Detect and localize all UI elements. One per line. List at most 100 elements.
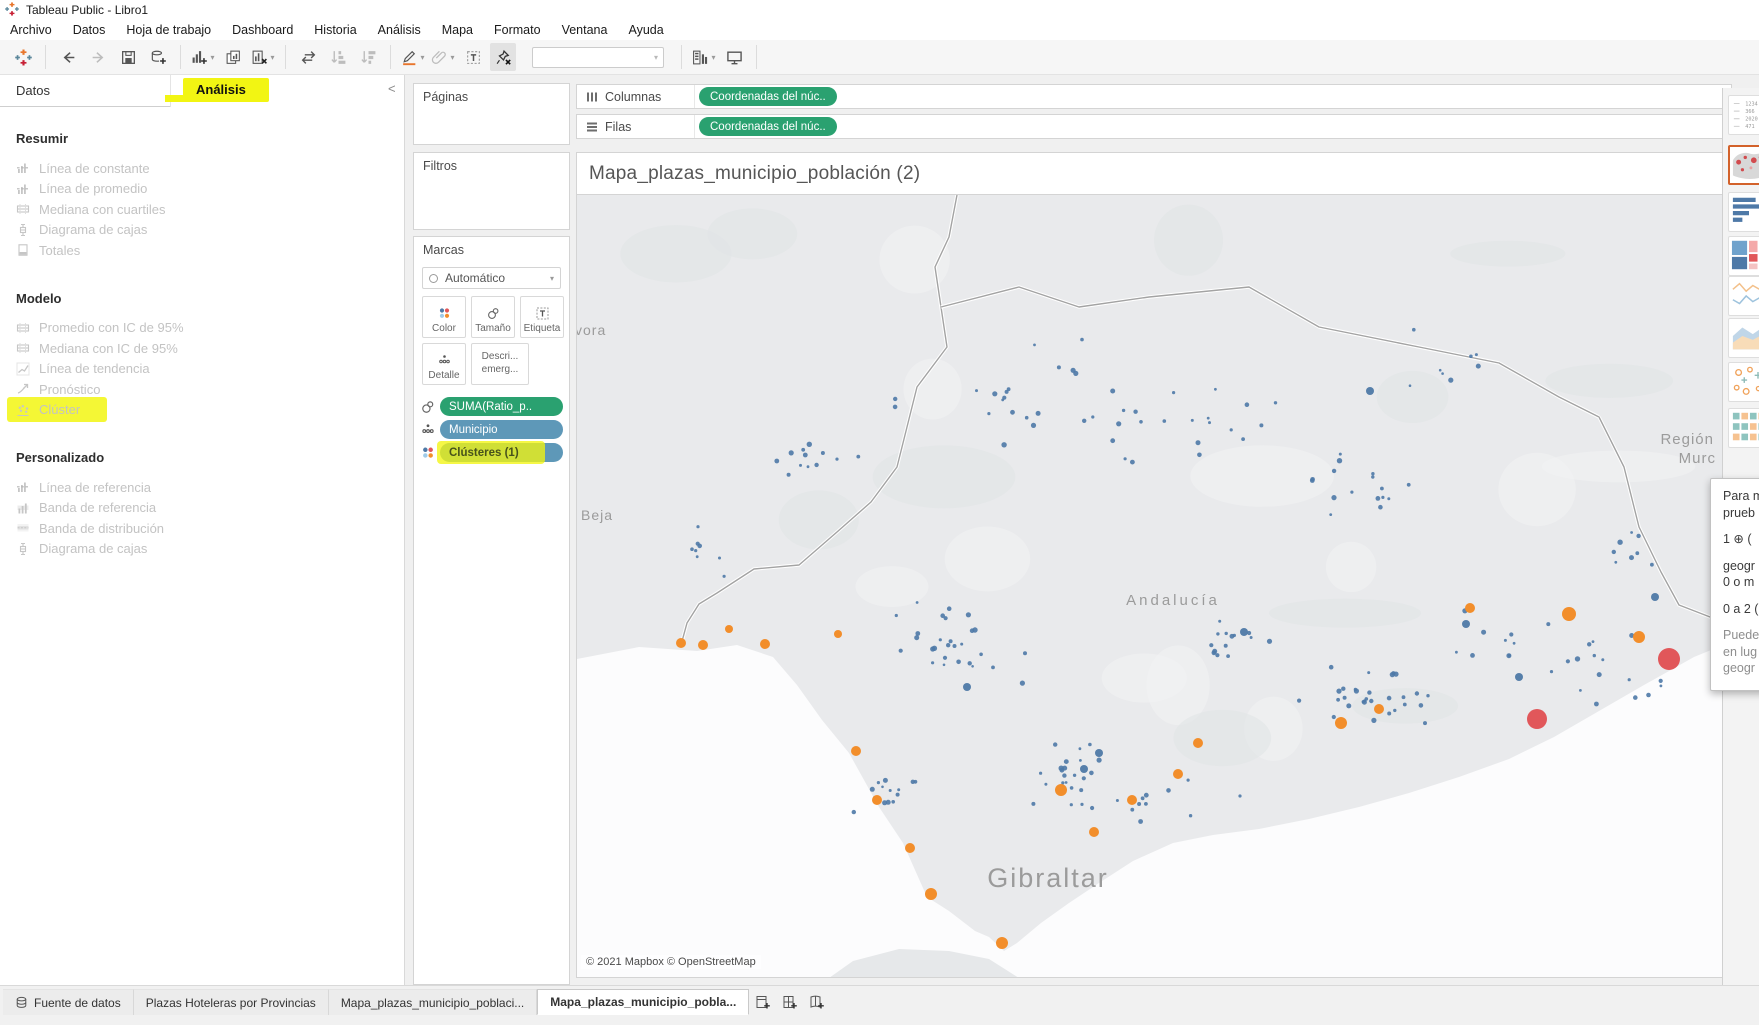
red-cluster-point — [1527, 709, 1547, 729]
duplicate-sheet-button[interactable] — [220, 43, 246, 71]
tab-datos[interactable]: Datos — [16, 83, 50, 98]
new-worksheet-tab-button[interactable] — [749, 989, 776, 1015]
marks-buttons: ColorTamañoEtiqueta DetalleDescri...emerg… — [422, 296, 569, 385]
tooltip-line: 1 ⊕ ( — [1723, 531, 1759, 548]
toolbar-separator — [180, 45, 181, 69]
descri-button[interactable]: Descri...emerg... — [471, 343, 529, 385]
swap-rows-columns-button[interactable] — [295, 43, 321, 71]
svg-text:2020: 2020 — [1745, 117, 1758, 123]
analysis-item-l-nea-de-tendencia[interactable]: Línea de tendencia — [16, 359, 404, 380]
new-story-tab-button[interactable] — [803, 989, 830, 1015]
add-data-button[interactable] — [145, 43, 171, 71]
analysis-item-diagrama-de-cajas[interactable]: Diagrama de cajas — [16, 539, 404, 560]
map-view[interactable]: voraBejaAndalucíaRegiónMurcGibraltar © 2… — [576, 195, 1732, 978]
line-chart-thumb[interactable] — [1728, 276, 1759, 316]
presentation-mode-button[interactable] — [721, 43, 747, 71]
save-button[interactable] — [115, 43, 141, 71]
datasource-icon — [15, 996, 28, 1009]
color-icon — [437, 306, 452, 321]
analysis-item-banda-de-referencia[interactable]: Banda de referencia — [16, 498, 404, 519]
highlight-button[interactable]: ▾ — [400, 43, 426, 71]
refband-icon — [16, 501, 30, 515]
analysis-item-l-nea-de-constante[interactable]: Línea de constante — [16, 158, 404, 179]
redo-button[interactable] — [85, 43, 111, 71]
tamaño-button[interactable]: Tamaño — [471, 296, 515, 338]
analysis-item-mediana-con-ic-de-95-[interactable]: Mediana con IC de 95% — [16, 338, 404, 359]
new-worksheet-button[interactable]: ▾ — [190, 43, 216, 71]
sheet-tab-3[interactable]: Mapa_plazas_municipio_poblaci... — [329, 989, 537, 1015]
sheet-tab-1[interactable]: Fuente de datos — [3, 989, 134, 1015]
etiqueta-button[interactable]: Etiqueta — [520, 296, 564, 338]
toolbar-separator — [45, 45, 46, 69]
sheet-tab-4[interactable]: Mapa_plazas_municipio_pobla... — [537, 989, 749, 1015]
tableau-logo[interactable] — [10, 43, 36, 71]
show-me-toggle-button[interactable]: ▾ — [691, 43, 717, 71]
mark-type-dropdown[interactable]: Automático ▾ — [422, 267, 561, 289]
menu-mapa[interactable]: Mapa — [442, 23, 473, 37]
bars-line-icon — [16, 480, 30, 494]
filters-card[interactable]: Filtros — [413, 152, 570, 230]
analysis-item-totales[interactable]: Totales — [16, 240, 404, 261]
pill-cl-steres-1-[interactable]: Clústeres (1) — [440, 443, 563, 462]
show-mark-labels-button[interactable] — [460, 43, 486, 71]
bars-line-icon — [16, 182, 30, 196]
clear-sheet-button[interactable]: ▾ — [250, 43, 276, 71]
detalle-button[interactable]: Detalle — [422, 343, 466, 385]
map-canvas[interactable]: voraBejaAndalucíaRegiónMurcGibraltar — [577, 195, 1732, 978]
tab-analisis[interactable]: Análisis — [196, 82, 246, 97]
menu-formato[interactable]: Formato — [494, 23, 541, 37]
analysis-item-promedio-con-ic-de-95-[interactable]: Promedio con IC de 95% — [16, 318, 404, 339]
orange-cluster-point — [676, 638, 686, 648]
analysis-item-l-nea-de-promedio[interactable]: Línea de promedio — [16, 179, 404, 200]
menu-ventana[interactable]: Ventana — [562, 23, 608, 37]
columns-shelf[interactable]: Columnas Coordenadas del núc.. — [576, 84, 1732, 109]
menu-archivo[interactable]: Archivo — [10, 23, 52, 37]
color-button[interactable]: Color — [422, 296, 466, 338]
menu-dashboard[interactable]: Dashboard — [232, 23, 293, 37]
analysis-item-banda-de-distribuci-n[interactable]: Banda de distribución — [16, 518, 404, 539]
bar-chart-thumb[interactable] — [1728, 192, 1759, 232]
map-label-murc: Murc — [1679, 450, 1716, 467]
treemap-thumb[interactable] — [1728, 236, 1759, 276]
rows-shelf[interactable]: Filas Coordenadas del núc.. — [576, 114, 1732, 139]
pane-tabs: Datos Análisis < — [0, 75, 404, 107]
analysis-item-diagrama-de-cajas[interactable]: Diagrama de cajas — [16, 220, 404, 241]
undo-button[interactable] — [55, 43, 81, 71]
analysis-item-mediana-con-cuartiles[interactable]: Mediana con cuartiles — [16, 199, 404, 220]
sort-descending-button[interactable] — [355, 43, 381, 71]
columns-shelf-label: Columnas — [605, 90, 661, 104]
scatter-plot-thumb[interactable] — [1728, 362, 1759, 402]
boxplot-icon — [16, 542, 30, 556]
area-chart-thumb[interactable] — [1728, 318, 1759, 358]
analysis-item-pron-stico[interactable]: Pronóstico — [16, 379, 404, 400]
pill-suma-ratio-p-[interactable]: SUMA(Ratio_p.. — [440, 397, 563, 416]
analysis-item-l-nea-de-referencia[interactable]: Línea de referencia — [16, 477, 404, 498]
columns-pill[interactable]: Coordenadas del núc.. — [699, 87, 837, 106]
toolbar-combobox[interactable]: ▾ — [532, 47, 664, 68]
pages-card-label: Páginas — [414, 84, 569, 104]
chevron-down-icon: ▾ — [210, 53, 214, 62]
menu-datos[interactable]: Datos — [73, 23, 106, 37]
symbol-map-thumb[interactable] — [1728, 145, 1759, 185]
chevron-down-icon: ▾ — [550, 274, 554, 283]
map-attribution[interactable]: © 2021 Mapbox © OpenStreetMap — [581, 955, 761, 969]
rows-icon — [585, 120, 599, 134]
menu-hoja-de-trabajo[interactable]: Hoja de trabajo — [126, 23, 211, 37]
menu-análisis[interactable]: Análisis — [378, 23, 421, 37]
worksheet-title: Mapa_plazas_municipio_población (2) — [577, 163, 920, 185]
menu-ayuda[interactable]: Ayuda — [628, 23, 663, 37]
fix-axes-button[interactable] — [490, 43, 516, 71]
analysis-item-cl-ster[interactable]: Clúster — [16, 400, 404, 421]
menu-historia[interactable]: Historia — [314, 23, 356, 37]
text-table-thumb[interactable]: 12343662020471 — [1728, 95, 1759, 135]
collapse-pane-icon[interactable]: < — [388, 81, 396, 96]
new-dashboard-tab-button[interactable] — [776, 989, 803, 1015]
format-links-button[interactable]: ▾ — [430, 43, 456, 71]
pill-municipio[interactable]: Municipio — [440, 420, 563, 439]
label-icon — [535, 306, 550, 321]
sort-ascending-button[interactable] — [325, 43, 351, 71]
rows-pill[interactable]: Coordenadas del núc.. — [699, 117, 837, 136]
heatmap-thumb[interactable] — [1728, 408, 1759, 448]
pages-card[interactable]: Páginas — [413, 83, 570, 145]
sheet-tab-2[interactable]: Plazas Hoteleras por Provincias — [134, 989, 329, 1015]
